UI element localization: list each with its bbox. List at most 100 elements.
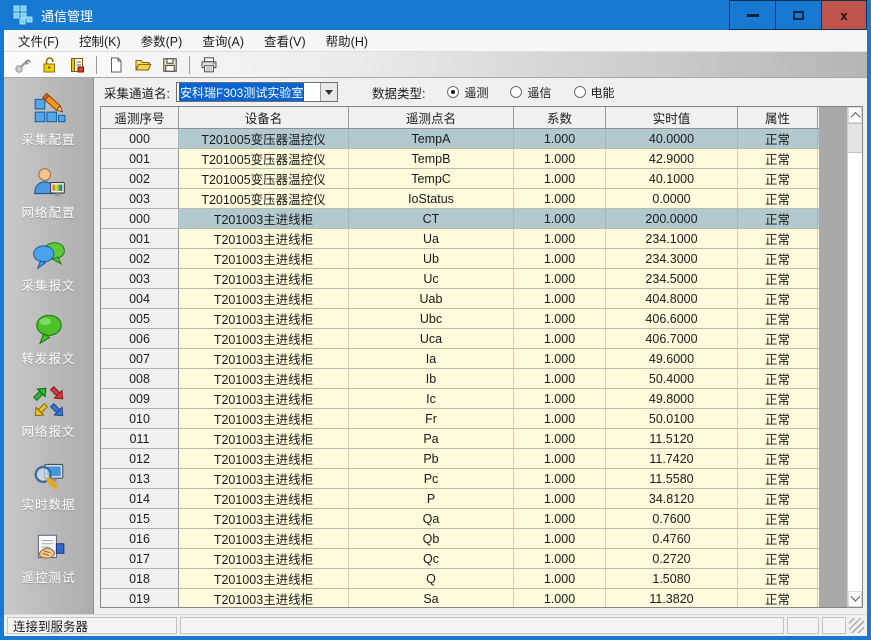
sidebar-item-network-config[interactable]: 网络配置: [4, 165, 93, 221]
table-row[interactable]: 011T201003主进线柜Pa1.00011.5120正常: [101, 429, 819, 449]
sidebar-item-remote-test[interactable]: 遥控测试: [4, 530, 93, 586]
toolbar-printer-button[interactable]: [198, 54, 220, 76]
table-row[interactable]: 000T201003主进线柜CT1.000200.0000正常: [101, 209, 819, 229]
table-row[interactable]: 010T201003主进线柜Fr1.00050.0100正常: [101, 409, 819, 429]
menu-item[interactable]: 参数(P): [131, 29, 193, 52]
table-row[interactable]: 001T201005变压器温控仪TempB1.00042.9000正常: [101, 149, 819, 169]
cell-attr: 正常: [738, 509, 818, 528]
table-row[interactable]: 016T201003主进线柜Qb1.0000.4760正常: [101, 529, 819, 549]
table-row[interactable]: 001T201003主进线柜Ua1.000234.1000正常: [101, 229, 819, 249]
minimize-button[interactable]: [729, 0, 775, 30]
cell-value: 0.7600: [606, 509, 738, 528]
cell-seq: 001: [101, 149, 179, 169]
cell-seq: 013: [101, 469, 179, 489]
sidebar-item-network-message[interactable]: 网络报文: [4, 384, 93, 440]
network-config-icon: [31, 165, 67, 201]
cell-attr: 正常: [738, 449, 818, 468]
sidebar-item-realtime-data[interactable]: 实时数据: [4, 457, 93, 513]
resize-grip[interactable]: [849, 618, 864, 633]
cell-attr: 正常: [738, 549, 818, 568]
sidebar-item-collect-message[interactable]: 采集报文: [4, 238, 93, 294]
radio-option-遥测[interactable]: 遥测: [447, 84, 488, 101]
table-row[interactable]: 006T201003主进线柜Uca1.000406.7000正常: [101, 329, 819, 349]
column-header-5[interactable]: 属性: [738, 107, 818, 128]
table-row[interactable]: 007T201003主进线柜Ia1.00049.6000正常: [101, 349, 819, 369]
table-row[interactable]: 015T201003主进线柜Qa1.0000.7600正常: [101, 509, 819, 529]
close-button[interactable]: x: [821, 0, 867, 30]
cell-attr: 正常: [738, 349, 818, 368]
cell-seq: 003: [101, 269, 179, 289]
column-header-4[interactable]: 实时值: [606, 107, 738, 128]
cell-coef: 1.000: [514, 209, 606, 228]
toolbar-unlock-button[interactable]: [39, 54, 61, 76]
sidebar-item-forward-message[interactable]: 转发报文: [4, 311, 93, 367]
scroll-up-button[interactable]: [848, 107, 862, 123]
toolbar-key-button[interactable]: [12, 54, 34, 76]
cell-point: Sa: [349, 589, 514, 607]
toolbar-new-file-button[interactable]: [105, 54, 127, 76]
table-row[interactable]: 003T201005变压器温控仪IoStatus1.0000.0000正常: [101, 189, 819, 209]
cell-point: TempA: [349, 129, 514, 148]
table-row[interactable]: 012T201003主进线柜Pb1.00011.7420正常: [101, 449, 819, 469]
cell-coef: 1.000: [514, 169, 606, 188]
menu-item[interactable]: 文件(F): [8, 29, 69, 52]
table-row[interactable]: 000T201005变压器温控仪TempA1.00040.0000正常: [101, 129, 819, 149]
main-area: 采集配置网络配置采集报文转发报文网络报文实时数据遥控测试 采集通道名: 安科瑞F…: [4, 78, 867, 614]
printer-icon: [200, 56, 218, 74]
scrollbar-track[interactable]: [848, 153, 862, 591]
sidebar-item-label: 遥控测试: [21, 567, 75, 586]
table-row[interactable]: 004T201003主进线柜Uab1.000404.8000正常: [101, 289, 819, 309]
cell-coef: 1.000: [514, 229, 606, 248]
maximize-button[interactable]: [775, 0, 821, 30]
sidebar-item-collect-config[interactable]: 采集配置: [4, 92, 93, 148]
menu-item[interactable]: 控制(K): [69, 29, 131, 52]
toolbar-separator: [96, 56, 97, 74]
cell-coef: 1.000: [514, 429, 606, 448]
menu-item[interactable]: 查询(A): [192, 29, 254, 52]
toolbar-open-folder-button[interactable]: [132, 54, 154, 76]
table-row[interactable]: 008T201003主进线柜Ib1.00050.4000正常: [101, 369, 819, 389]
column-header-2[interactable]: 遥测点名: [349, 107, 514, 128]
table-row[interactable]: 014T201003主进线柜P1.00034.8120正常: [101, 489, 819, 509]
column-header-3[interactable]: 系数: [514, 107, 606, 128]
table-row[interactable]: 019T201003主进线柜Sa1.00011.3820正常: [101, 589, 819, 607]
app-icon: [13, 5, 33, 25]
table-row[interactable]: 013T201003主进线柜Pc1.00011.5580正常: [101, 469, 819, 489]
sidebar-item-label: 网络配置: [21, 202, 75, 221]
content-area: 采集通道名: 安科瑞F303测试实验室 数据类型: 遥测遥信电能 遥测序号设备名…: [94, 78, 867, 614]
toolbar-save-button[interactable]: [159, 54, 181, 76]
chevron-up-icon: [850, 111, 860, 121]
cell-point: TempC: [349, 169, 514, 188]
cell-point: Pb: [349, 449, 514, 468]
table-row[interactable]: 002T201005变压器温控仪TempC1.00040.1000正常: [101, 169, 819, 189]
scroll-down-button[interactable]: [848, 591, 862, 607]
table-row[interactable]: 005T201003主进线柜Ubc1.000406.6000正常: [101, 309, 819, 329]
channel-combobox[interactable]: 安科瑞F303测试实验室: [176, 82, 338, 102]
scrollbar-thumb[interactable]: [848, 123, 862, 153]
table-row[interactable]: 003T201003主进线柜Uc1.000234.5000正常: [101, 269, 819, 289]
cell-point: P: [349, 489, 514, 508]
channel-dropdown-button[interactable]: [320, 83, 337, 101]
menu-item[interactable]: 查看(V): [254, 29, 316, 52]
cell-coef: 1.000: [514, 489, 606, 508]
radio-option-遥信[interactable]: 遥信: [510, 84, 551, 101]
cell-device: T201003主进线柜: [179, 309, 349, 328]
save-icon: [161, 56, 179, 74]
table-row[interactable]: 017T201003主进线柜Qc1.0000.2720正常: [101, 549, 819, 569]
cell-coef: 1.000: [514, 269, 606, 288]
table-row[interactable]: 009T201003主进线柜Ic1.00049.8000正常: [101, 389, 819, 409]
radio-option-电能[interactable]: 电能: [574, 84, 615, 101]
cell-coef: 1.000: [514, 509, 606, 528]
toolbar-config-book-button[interactable]: [66, 54, 88, 76]
column-header-0[interactable]: 遥测序号: [101, 107, 179, 128]
vertical-scrollbar[interactable]: [847, 107, 862, 607]
cell-value: 50.4000: [606, 369, 738, 388]
table-row[interactable]: 018T201003主进线柜Q1.0001.5080正常: [101, 569, 819, 589]
table-row[interactable]: 002T201003主进线柜Ub1.000234.3000正常: [101, 249, 819, 269]
cell-coef: 1.000: [514, 389, 606, 408]
cell-coef: 1.000: [514, 129, 606, 148]
cell-device: T201005变压器温控仪: [179, 169, 349, 188]
menu-item[interactable]: 帮助(H): [316, 29, 378, 52]
column-header-1[interactable]: 设备名: [179, 107, 349, 128]
unlock-icon: [41, 56, 59, 74]
